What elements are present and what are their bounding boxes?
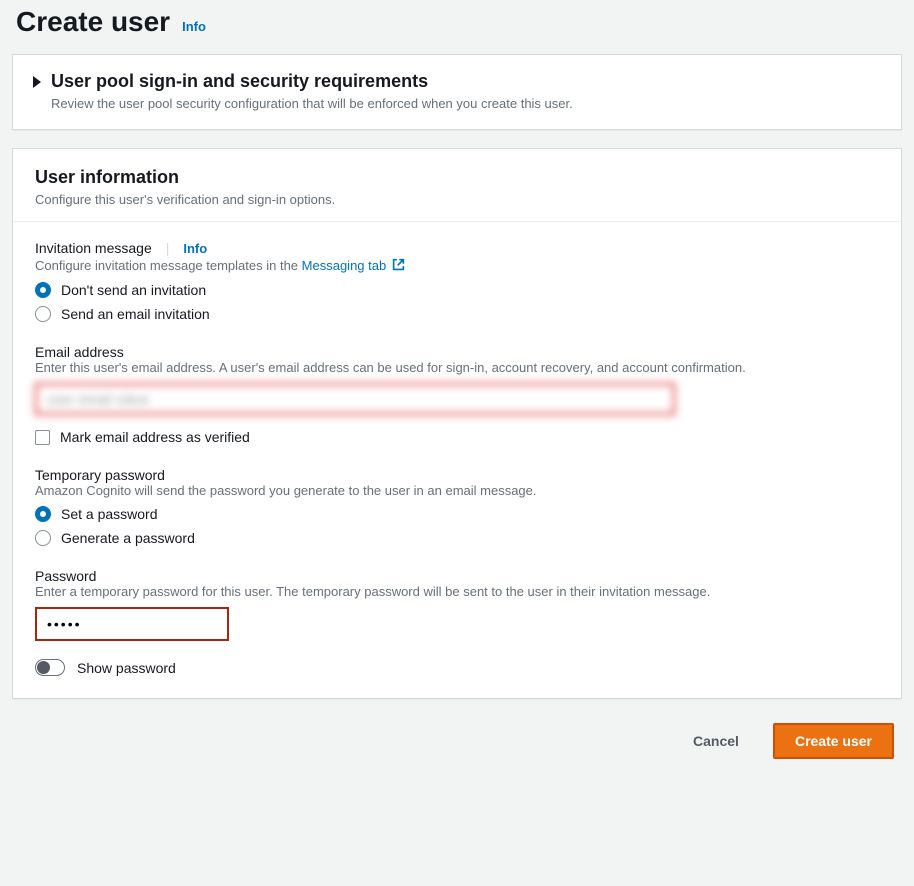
invitation-section: Invitation message | Info Configure invi… — [35, 240, 879, 322]
external-link-icon — [392, 258, 405, 274]
page-header: Create user Info — [12, 0, 902, 54]
password-label: Password — [35, 568, 879, 584]
radio-icon — [35, 306, 51, 322]
email-input[interactable] — [35, 383, 675, 415]
checkbox-label: Mark email address as verified — [60, 429, 250, 445]
password-input[interactable] — [35, 607, 229, 641]
radio-dont-send[interactable]: Don't send an invitation — [35, 282, 879, 298]
radio-set-password[interactable]: Set a password — [35, 506, 879, 522]
radio-icon — [35, 282, 51, 298]
user-info-title: User information — [35, 167, 879, 188]
password-desc: Enter a temporary password for this user… — [35, 584, 879, 599]
temp-password-section: Temporary password Amazon Cognito will s… — [35, 467, 879, 546]
email-desc: Enter this user's email address. A user'… — [35, 360, 879, 375]
requirements-panel: User pool sign-in and security requireme… — [12, 54, 902, 130]
page-title: Create user — [16, 6, 170, 38]
toggle-knob-icon — [37, 661, 50, 674]
create-user-button[interactable]: Create user — [773, 723, 894, 759]
requirements-desc: Review the user pool security configurat… — [51, 96, 573, 111]
radio-icon — [35, 530, 51, 546]
messaging-tab-link[interactable]: Messaging tab — [302, 258, 405, 273]
expandable-section-toggle[interactable]: User pool sign-in and security requireme… — [13, 55, 901, 129]
caret-right-icon — [33, 76, 41, 88]
footer-actions: Cancel Create user — [12, 717, 902, 759]
radio-icon — [35, 506, 51, 522]
user-info-panel: User information Configure this user's v… — [12, 148, 902, 699]
radio-label: Send an email invitation — [61, 306, 210, 322]
radio-label: Don't send an invitation — [61, 282, 206, 298]
checkbox-icon — [35, 430, 50, 445]
invitation-label: Invitation message — [35, 240, 152, 256]
requirements-title: User pool sign-in and security requireme… — [51, 71, 573, 92]
show-password-label: Show password — [77, 660, 176, 676]
mark-verified-checkbox[interactable]: Mark email address as verified — [35, 429, 879, 445]
email-section: Email address Enter this user's email ad… — [35, 344, 879, 445]
info-link[interactable]: Info — [182, 19, 206, 34]
email-label: Email address — [35, 344, 879, 360]
temp-password-desc: Amazon Cognito will send the password yo… — [35, 483, 879, 498]
user-info-desc: Configure this user's verification and s… — [35, 192, 879, 207]
radio-label: Generate a password — [61, 530, 195, 546]
radio-label: Set a password — [61, 506, 158, 522]
temp-password-label: Temporary password — [35, 467, 879, 483]
invitation-desc: Configure invitation message templates i… — [35, 258, 879, 274]
show-password-toggle[interactable] — [35, 659, 65, 676]
password-section: Password Enter a temporary password for … — [35, 568, 879, 676]
radio-send-email[interactable]: Send an email invitation — [35, 306, 879, 322]
cancel-button[interactable]: Cancel — [673, 723, 759, 759]
radio-generate-password[interactable]: Generate a password — [35, 530, 879, 546]
invitation-info-link[interactable]: Info — [183, 241, 207, 256]
